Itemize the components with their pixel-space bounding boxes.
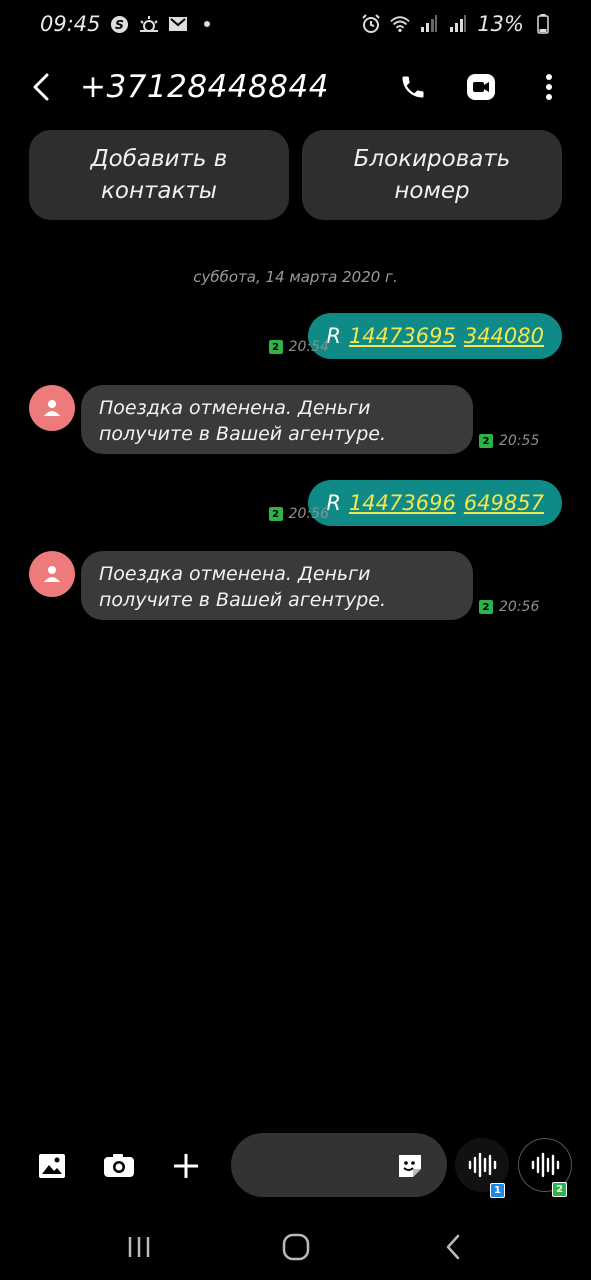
sim1-badge: 1 bbox=[490, 1183, 505, 1198]
notification-dot-icon bbox=[197, 14, 217, 34]
message-link[interactable]: 14473695 bbox=[349, 324, 456, 348]
back-chevron-icon bbox=[446, 1234, 459, 1260]
status-time: 09:45 bbox=[40, 12, 101, 36]
message-meta: 2 20:54 bbox=[268, 339, 329, 355]
camera-button[interactable] bbox=[99, 1146, 139, 1186]
sticker-button[interactable] bbox=[395, 1151, 425, 1181]
incoming-bubble[interactable]: Поездка отменена. Деньги получите в Ваше… bbox=[81, 551, 473, 620]
message-meta: 2 20:56 bbox=[268, 506, 329, 522]
sim2-badge: 2 bbox=[552, 1182, 567, 1197]
person-icon bbox=[44, 566, 60, 582]
system-navigation-bar bbox=[0, 1214, 591, 1280]
back-button[interactable] bbox=[32, 67, 62, 107]
camera-icon bbox=[104, 1154, 134, 1177]
recent-apps-button[interactable] bbox=[109, 1222, 169, 1272]
status-bar: 09:45 S 13% bbox=[0, 0, 591, 48]
gallery-button[interactable] bbox=[32, 1146, 72, 1186]
message-time: 20:56 bbox=[288, 506, 329, 522]
message-input[interactable] bbox=[249, 1145, 389, 1185]
wifi-icon bbox=[390, 14, 411, 34]
voice-wave-icon bbox=[531, 1152, 560, 1178]
person-icon bbox=[44, 400, 60, 416]
message-time: 20:55 bbox=[499, 433, 540, 449]
system-back-button[interactable] bbox=[423, 1222, 483, 1272]
message-link[interactable]: 344080 bbox=[464, 324, 544, 348]
skype-icon: S bbox=[110, 14, 130, 34]
alarm-icon bbox=[361, 14, 381, 34]
sticker-icon bbox=[399, 1155, 421, 1177]
message-time: 20:54 bbox=[288, 339, 329, 355]
sim-badge: 2 bbox=[268, 340, 283, 354]
home-icon bbox=[282, 1233, 309, 1261]
back-arrow-icon bbox=[33, 73, 49, 101]
call-button[interactable] bbox=[395, 67, 431, 107]
signal-sim1-icon bbox=[419, 14, 439, 34]
block-number-button[interactable]: Блокировать номер bbox=[302, 130, 562, 220]
plus-icon bbox=[174, 1154, 198, 1178]
outgoing-bubble[interactable]: R 14473696 649857 bbox=[308, 480, 562, 526]
battery-percent: 13% bbox=[477, 12, 524, 36]
date-separator: суббота, 14 марта 2020 г. bbox=[193, 268, 398, 286]
battery-icon bbox=[533, 14, 553, 34]
add-to-contacts-button[interactable]: Добавить в контакты bbox=[29, 130, 289, 220]
sim-badge: 2 bbox=[479, 434, 493, 448]
message-time: 20:56 bbox=[499, 599, 540, 615]
voice-wave-icon bbox=[468, 1152, 497, 1178]
home-button[interactable] bbox=[266, 1222, 326, 1272]
incoming-bubble[interactable]: Поездка отменена. Деньги получите в Ваше… bbox=[81, 385, 473, 454]
message-input-box[interactable] bbox=[231, 1133, 447, 1197]
video-call-button[interactable] bbox=[463, 67, 499, 107]
message-meta: 2 20:55 bbox=[479, 433, 539, 449]
recents-icon bbox=[128, 1237, 149, 1257]
outgoing-bubble[interactable]: R 14473695 344080 bbox=[308, 313, 562, 359]
message-link[interactable]: 14473696 bbox=[349, 491, 456, 515]
more-options-button[interactable] bbox=[531, 67, 567, 107]
conversation-header: +37128448844 bbox=[0, 58, 591, 116]
voice-send-sim1-button[interactable]: 1 bbox=[455, 1138, 509, 1198]
avatar[interactable] bbox=[29, 385, 75, 431]
weather-icon bbox=[139, 14, 159, 34]
avatar[interactable] bbox=[29, 551, 75, 597]
phone-icon bbox=[402, 76, 424, 98]
outgoing-message[interactable]: 2 20:54 R 14473695 344080 bbox=[268, 313, 562, 359]
video-camera-icon bbox=[467, 74, 495, 100]
svg-text:S: S bbox=[115, 17, 124, 31]
contact-action-buttons: Добавить в контакты Блокировать номер bbox=[29, 130, 562, 220]
message-composer: 1 2 bbox=[0, 1132, 591, 1198]
outgoing-message[interactable]: 2 20:56 R 14473696 649857 bbox=[268, 480, 562, 526]
contact-number-title[interactable]: +37128448844 bbox=[80, 69, 329, 105]
voice-send-sim2-button[interactable]: 2 bbox=[518, 1138, 572, 1197]
message-link[interactable]: 649857 bbox=[464, 491, 544, 515]
attach-more-button[interactable] bbox=[166, 1146, 206, 1186]
kebab-menu-icon bbox=[546, 74, 552, 100]
sim-badge: 2 bbox=[268, 507, 283, 521]
message-meta: 2 20:56 bbox=[479, 599, 539, 615]
sim-badge: 2 bbox=[479, 600, 493, 614]
signal-sim2-icon bbox=[448, 14, 468, 34]
gmail-icon bbox=[168, 14, 188, 34]
image-icon bbox=[39, 1154, 65, 1178]
